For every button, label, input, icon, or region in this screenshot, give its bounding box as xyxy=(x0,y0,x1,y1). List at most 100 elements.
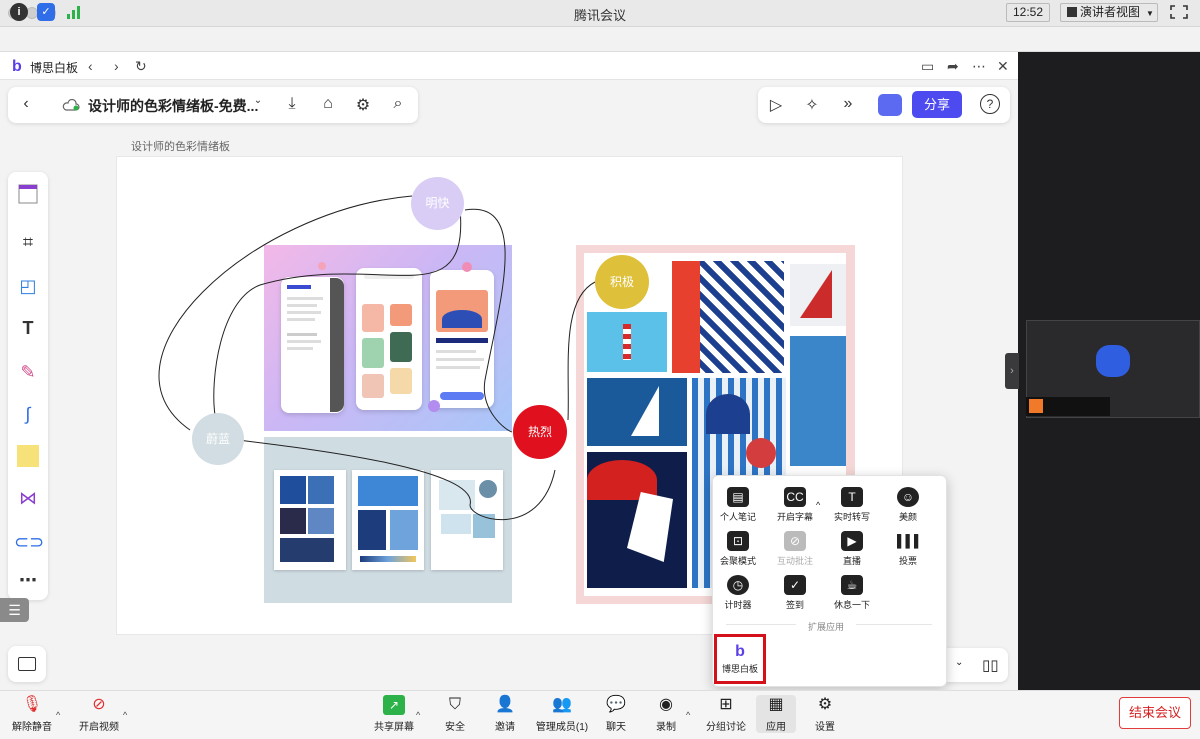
notebook-icon: ▤ xyxy=(727,487,749,507)
share-screen-button[interactable]: ↗ 共享屏幕 xyxy=(374,695,414,733)
collapse-panel-icon[interactable]: › xyxy=(1005,353,1019,389)
breakout-button[interactable]: ⊞ 分组讨论 xyxy=(706,695,746,733)
members-button[interactable]: 👥 管理成员(1) xyxy=(534,695,590,733)
share-arrow-icon[interactable]: ➦ xyxy=(947,58,959,75)
invite-button[interactable]: 👤 邀请 xyxy=(490,695,520,733)
more-icon[interactable]: ⋯ xyxy=(972,58,986,75)
app-label: 投票 xyxy=(898,556,917,566)
app-timer[interactable]: ◷ 计时器 xyxy=(712,575,764,611)
settings-button[interactable]: ⚙ 设置 xyxy=(810,695,840,733)
layout-icon xyxy=(1067,7,1077,17)
whiteboard-app-name: 博思白板 xyxy=(30,61,79,75)
node-positive[interactable]: 积极 xyxy=(595,255,649,309)
app-gather-mode[interactable]: ⊡ 会聚模式 xyxy=(712,531,764,567)
app-poll[interactable]: ▌▌▌ 投票 xyxy=(882,531,934,567)
connector-tool-icon[interactable]: ∫ xyxy=(14,400,42,428)
striped-boat-poster xyxy=(672,261,784,373)
help-icon[interactable]: ? xyxy=(980,94,1000,114)
app-label: 会聚模式 xyxy=(719,556,756,566)
fullscreen-icon[interactable] xyxy=(1168,3,1190,21)
pen-tool-icon[interactable]: ✎ xyxy=(14,358,42,386)
app-beauty[interactable]: ☺ 美颜 xyxy=(882,487,934,523)
refresh-icon[interactable]: ↻ xyxy=(135,58,147,75)
app-label: 美颜 xyxy=(898,512,917,522)
close-icon[interactable]: ✕ xyxy=(997,58,1009,75)
button-label: 邀请 xyxy=(495,722,515,733)
app-checkin[interactable]: ✓ 签到 xyxy=(769,575,821,611)
phone-mockup-home xyxy=(356,268,422,410)
back-icon[interactable]: ‹ xyxy=(88,58,93,74)
share-button[interactable]: 分享 xyxy=(912,91,962,118)
list-menu-icon[interactable]: ☰ xyxy=(0,598,29,622)
link-tool-icon[interactable]: ⊂⊃ xyxy=(14,528,44,556)
double-chevron-down-icon[interactable]: » xyxy=(838,95,858,113)
security-button[interactable]: ⛉ 安全 xyxy=(440,695,470,733)
back-arrow-icon[interactable]: ‹ xyxy=(16,95,36,113)
add-user-icon: 👤 xyxy=(495,696,515,713)
minimap-button[interactable] xyxy=(8,646,46,682)
present-play-icon[interactable]: ▷ xyxy=(766,95,786,115)
template-icon[interactable] xyxy=(14,180,42,208)
forward-icon[interactable]: › xyxy=(114,58,119,74)
chevron-up-icon[interactable]: ^ xyxy=(816,500,820,510)
shield-icon: ⛉ xyxy=(448,696,461,713)
app-label: 博思白板 xyxy=(721,664,758,674)
sticky-note-icon[interactable] xyxy=(14,442,42,470)
chat-button[interactable]: 💬 聊天 xyxy=(602,695,630,733)
record-icon: ◉ xyxy=(659,696,673,713)
meeting-info-bar xyxy=(0,27,1200,52)
start-video-button[interactable]: ⊘ 开启视频 xyxy=(78,695,120,733)
app-notes[interactable]: ▤ 个人笔记 xyxy=(712,487,764,523)
book-icon[interactable]: ▯▯ xyxy=(982,656,999,674)
more-tools-icon[interactable]: ⋯ xyxy=(14,566,42,594)
record-button[interactable]: ◉ 录制 xyxy=(652,695,680,733)
screen-cast-icon[interactable]: ▭ xyxy=(921,58,934,75)
download-icon[interactable]: ⤓ xyxy=(282,95,302,113)
avatar xyxy=(1096,345,1130,377)
node-bright[interactable]: 明快 xyxy=(411,177,464,230)
app-break[interactable]: ☕ 休息一下 xyxy=(826,575,878,611)
cloud-saved-icon xyxy=(62,98,80,111)
app-transcribe[interactable]: T 实时转写 xyxy=(826,487,878,523)
button-label: 录制 xyxy=(656,722,676,733)
meeting-icon[interactable] xyxy=(878,94,902,116)
app-captions[interactable]: CC 开启字幕 xyxy=(769,487,821,523)
camera-off-icon: ⊘ xyxy=(92,696,106,713)
chevron-down-icon[interactable]: ⌄ xyxy=(248,95,268,106)
shape-tool-icon[interactable]: ◰ xyxy=(14,272,42,300)
app-live[interactable]: ▶ 直播 xyxy=(826,531,878,567)
app-boardmix[interactable]: b 博思白板 xyxy=(714,634,766,684)
celebrate-icon[interactable]: ✧ xyxy=(802,95,822,115)
sail-poster xyxy=(790,264,846,326)
info-icon[interactable]: i xyxy=(10,3,28,21)
chevron-up-icon[interactable]: ^ xyxy=(416,710,420,720)
document-title[interactable]: 设计师的色彩情绪板-免费... xyxy=(88,96,258,116)
view-mode-select[interactable]: 演讲者视图 ▼ xyxy=(1060,3,1158,22)
chevron-up-icon[interactable]: ^ xyxy=(686,710,690,720)
mindmap-tool-icon[interactable]: ⋈ xyxy=(14,484,42,512)
apps-button[interactable]: ▦ 应用 xyxy=(756,695,796,733)
settings-icon[interactable]: ⚙ xyxy=(353,95,373,115)
network-signal-icon[interactable] xyxy=(65,3,83,21)
end-meeting-button[interactable]: 结束会议 xyxy=(1119,697,1191,729)
chat-icon: 💬 xyxy=(606,696,626,713)
tag-icon[interactable]: ⌂ xyxy=(318,95,338,113)
moodboard-card xyxy=(274,470,346,570)
button-label: 开启视频 xyxy=(79,722,119,733)
checkin-icon: ✓ xyxy=(784,575,806,595)
frame-tool-icon[interactable]: ⌗ xyxy=(14,228,42,256)
chevron-down-icon[interactable]: ⌄ xyxy=(955,657,963,668)
text-tool-icon[interactable]: T xyxy=(14,314,42,342)
breakout-icon: ⊞ xyxy=(719,696,733,713)
chevron-up-icon[interactable]: ^ xyxy=(56,710,60,720)
unmute-button[interactable]: 🎙 解除静音 xyxy=(12,695,52,733)
boardmix-logo-icon: b xyxy=(12,58,22,75)
security-shield-icon[interactable]: ✓ xyxy=(37,3,55,21)
button-label: 分组讨论 xyxy=(706,722,746,733)
node-hot[interactable]: 热烈 xyxy=(513,405,567,459)
annotate-icon: ⊘ xyxy=(784,531,806,551)
search-icon[interactable]: ⌕ xyxy=(388,95,408,113)
chevron-up-icon[interactable]: ^ xyxy=(123,710,127,720)
button-label: 聊天 xyxy=(606,722,626,733)
node-azure[interactable]: 蔚蓝 xyxy=(192,413,244,465)
